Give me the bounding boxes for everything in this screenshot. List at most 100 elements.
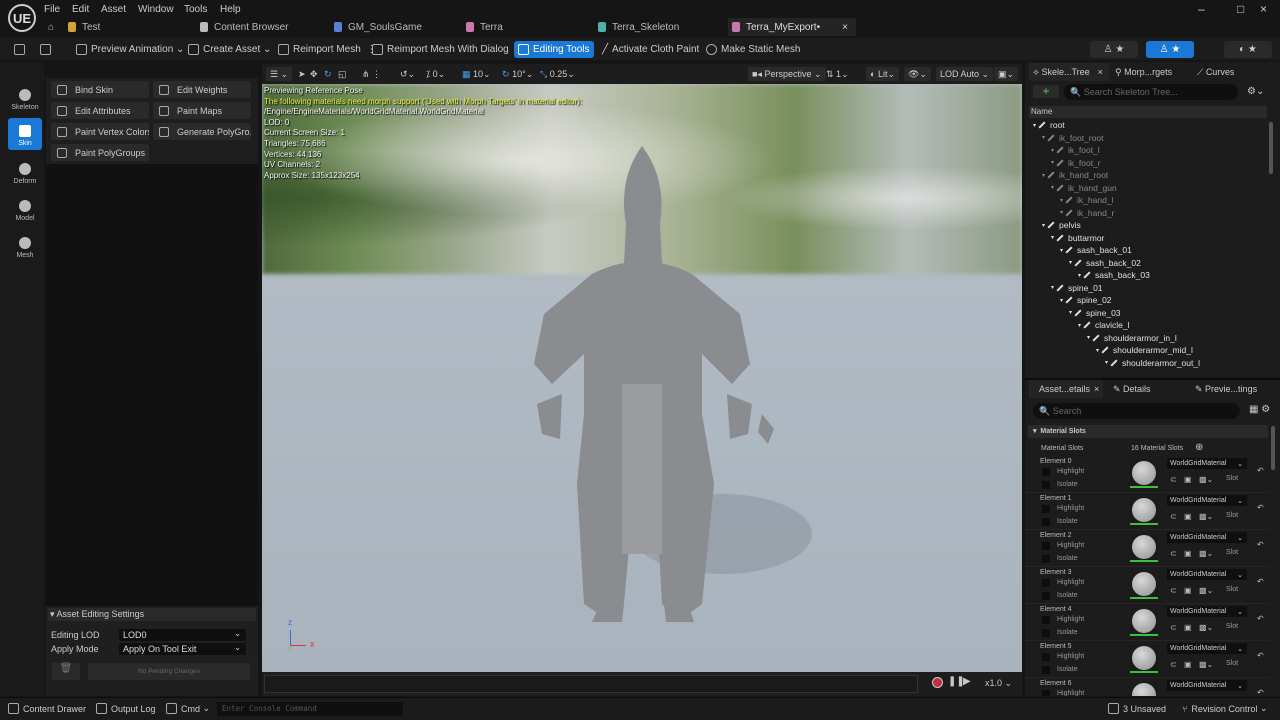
menu-tools[interactable]: Tools [184, 4, 207, 15]
edit-weights-tool[interactable]: Edit Weights [153, 81, 251, 98]
bone-node[interactable]: ▾ ik_hand_r [1060, 208, 1114, 218]
bone-node[interactable]: ▾ ik_foot_root [1042, 133, 1103, 143]
details-search-input[interactable]: 🔍 Search [1033, 403, 1240, 419]
expand-arrow-icon[interactable]: ▾ [1051, 284, 1054, 291]
mode-skin[interactable]: Skin [8, 118, 42, 150]
material-select[interactable]: WorldGridMaterial ⌄ [1167, 606, 1247, 617]
mode-skeleton[interactable]: Skeleton [8, 82, 42, 114]
tree-scrollbar[interactable] [1269, 122, 1273, 174]
material-thumbnail[interactable] [1130, 608, 1158, 636]
settings-icon[interactable]: ⚙⌄ [1247, 86, 1264, 97]
expand-arrow-icon[interactable]: ▾ [1042, 222, 1045, 229]
browse-button[interactable] [36, 41, 59, 58]
reimport-mesh-button[interactable]: Reimport Mesh ⋮ [274, 41, 380, 58]
isolate-checkbox[interactable] [1042, 592, 1050, 600]
expand-arrow-icon[interactable]: ▾ [1069, 309, 1072, 316]
table-view-icon[interactable]: ▦ ⚙ [1249, 404, 1270, 415]
expand-arrow-icon[interactable]: ▾ [1060, 197, 1063, 204]
add-bone-button[interactable]: + [1033, 85, 1059, 98]
add-slot-icon[interactable]: ⊕ [1195, 442, 1203, 453]
timeline-scrubber[interactable] [264, 675, 918, 693]
unreal-logo[interactable]: UE [8, 4, 36, 32]
material-select[interactable]: WorldGridMaterial ⌄ [1167, 458, 1247, 469]
bone-node[interactable]: ▾ ik_hand_root [1042, 170, 1108, 180]
mode-model[interactable]: Model [8, 193, 42, 225]
expand-arrow-icon[interactable]: ▾ [1051, 234, 1054, 241]
viewport[interactable]: Previewing Reference Pose The following … [262, 84, 1022, 672]
isolate-checkbox[interactable] [1042, 555, 1050, 563]
apply-mode-select[interactable]: Apply On Tool Exit ⌄ [119, 643, 246, 655]
highlight-checkbox[interactable] [1042, 690, 1050, 696]
browse-icon[interactable]: ▣ [1184, 549, 1192, 558]
content-drawer-button[interactable]: Content Drawer [8, 703, 86, 714]
step-forward-button[interactable]: ▶︎ [963, 676, 971, 687]
expand-arrow-icon[interactable]: ▾ [1042, 172, 1045, 179]
bone-node[interactable]: ▾ shoulderarmor_out_l [1105, 358, 1200, 368]
use-selected-icon[interactable]: ⊂ [1170, 660, 1177, 669]
camera-count[interactable]: ⇅ 1 ⌄ [822, 67, 853, 81]
reset-icon[interactable]: ↶ [1257, 688, 1264, 696]
bone-node[interactable]: ▾ sash_back_01 [1060, 245, 1132, 255]
material-thumbnail[interactable] [1130, 571, 1158, 599]
tab-preview-settings[interactable]: ✎ Previe...tings [1195, 380, 1257, 398]
reset-icon[interactable]: ↶ [1257, 466, 1264, 475]
viewport-options-button[interactable]: ☰ ⌄ [266, 67, 293, 81]
material-thumbnail[interactable] [1130, 497, 1158, 525]
browse-icon[interactable]: ▣ [1184, 623, 1192, 632]
skeleton-search-input[interactable]: 🔍 Search Skeleton Tree... [1064, 84, 1238, 100]
use-selected-icon[interactable]: ⊂ [1170, 475, 1177, 484]
isolate-checkbox[interactable] [1042, 518, 1050, 526]
save-button[interactable] [10, 41, 33, 58]
menu-help[interactable]: Help [220, 4, 241, 15]
highlight-checkbox[interactable] [1042, 653, 1050, 661]
rotation-snap[interactable]: ↻ 10° ⌄ [498, 67, 537, 81]
reset-icon[interactable]: ↶ [1257, 577, 1264, 586]
name-column-header[interactable]: Name [1029, 106, 1267, 118]
scale-tool[interactable]: ◱ [334, 67, 351, 81]
bone-node[interactable]: ▾ ik_foot_l [1051, 145, 1100, 155]
browse-icon[interactable]: ▣ [1184, 586, 1192, 595]
bone-node[interactable]: ▾ spine_01 [1051, 283, 1103, 293]
isolate-checkbox[interactable] [1042, 629, 1050, 637]
home-icon[interactable]: ⌂ [48, 18, 54, 36]
mesh-mode-button[interactable]: ♙ ★ [1146, 41, 1194, 58]
material-slots-section[interactable]: ▾ Material Slots [1028, 425, 1268, 438]
bone-node[interactable]: ▾ spine_02 [1060, 295, 1112, 305]
tab-gm-soulsgame[interactable]: GM_SoulsGame [334, 18, 464, 36]
surface-snap-icon[interactable]: ⋔ ⋮ [358, 67, 385, 81]
material-select[interactable]: WorldGridMaterial ⌄ [1167, 680, 1247, 691]
bone-node[interactable]: ▾ clavicle_l [1078, 320, 1130, 330]
close-tab-icon[interactable]: × [842, 22, 848, 33]
reset-icon[interactable]: ↶ [1257, 503, 1264, 512]
maximize-button[interactable]: □ [1237, 2, 1244, 16]
material-select[interactable]: WorldGridMaterial ⌄ [1167, 495, 1247, 506]
tab-terra[interactable]: Terra [466, 18, 596, 36]
expand-arrow-icon[interactable]: ▾ [1033, 122, 1036, 129]
menu-file[interactable]: File [44, 4, 60, 15]
menu-asset[interactable]: Asset [101, 4, 126, 15]
reset-icon[interactable]: ↶ [1257, 651, 1264, 660]
tab-terra-skeleton[interactable]: Terra_Skeleton [598, 18, 728, 36]
editing-lod-select[interactable]: LOD0 ⌄ [119, 629, 246, 641]
reimport-dialog-button[interactable]: Reimport Mesh With Dialog ⋮ [368, 41, 528, 58]
use-selected-icon[interactable]: ⊂ [1170, 586, 1177, 595]
material-options-icon[interactable]: ▩⌄ [1199, 512, 1213, 521]
tab-skeleton-tree[interactable]: ⟡ Skele...Tree × [1029, 63, 1109, 81]
bone-node[interactable]: ▾ ik_hand_gun [1051, 183, 1117, 193]
scale-snap[interactable]: ⤡ 0.25 ⌄ [536, 67, 579, 81]
highlight-checkbox[interactable] [1042, 505, 1050, 513]
expand-arrow-icon[interactable]: ▾ [1060, 247, 1063, 254]
expand-arrow-icon[interactable]: ▾ [1060, 297, 1063, 304]
make-static-mesh-button[interactable]: Make Static Mesh [702, 41, 804, 58]
layout-dropdown[interactable]: ▣⌄ [994, 67, 1019, 81]
activate-cloth-paint-button[interactable]: ╱ Activate Cloth Paint [598, 41, 703, 58]
material-options-icon[interactable]: ▩⌄ [1199, 660, 1213, 669]
details-scrollbar[interactable] [1271, 426, 1275, 470]
editing-tools-button[interactable]: Editing Tools [514, 41, 594, 58]
highlight-checkbox[interactable] [1042, 616, 1050, 624]
bone-node[interactable]: ▾ ik_foot_r [1051, 158, 1101, 168]
bone-node[interactable]: ▾ sash_back_03 [1078, 270, 1150, 280]
playback-speed[interactable]: x1.0 ⌄ [985, 678, 1012, 689]
revision-control-button[interactable]: ⑂ Revision Control ⌄ [1182, 703, 1267, 714]
unsaved-button[interactable]: 3 Unsaved [1108, 703, 1166, 714]
